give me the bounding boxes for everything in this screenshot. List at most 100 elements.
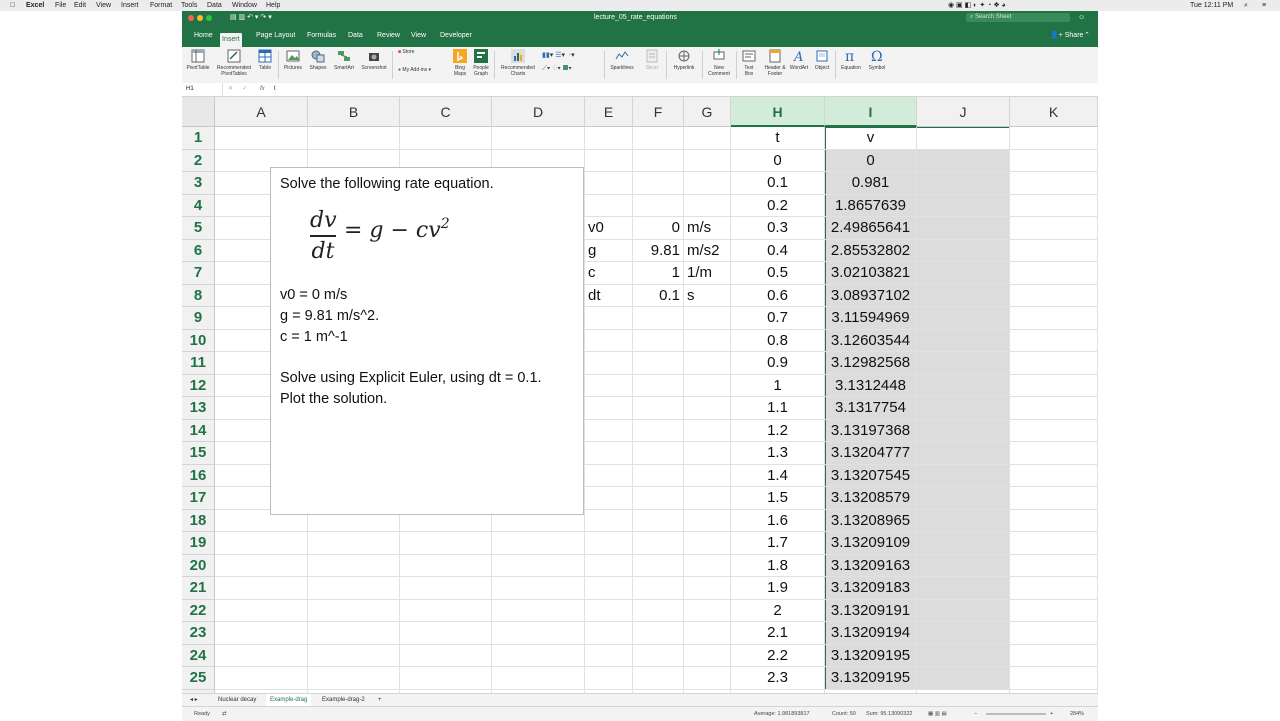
cell-v-value[interactable]: 3.13209183 (828, 577, 913, 600)
minimize-window-button[interactable] (197, 15, 203, 21)
menu-insert[interactable]: Insert (121, 0, 139, 11)
cell-t-value[interactable]: 1.4 (734, 465, 821, 488)
cell-t-value[interactable]: 1.7 (734, 532, 821, 555)
normal-view-icon[interactable]: ▦ ▥ ▤ (928, 707, 947, 721)
param-unit-cell[interactable]: 1/m (687, 262, 727, 285)
row-header-6[interactable]: 6 (182, 239, 215, 262)
cell-h1[interactable]: t (734, 127, 821, 150)
cell-t-value[interactable]: 2.3 (734, 667, 821, 690)
new-comment-button[interactable]: New Comment (705, 49, 733, 77)
cell-v-value[interactable]: 3.11594969 (828, 307, 913, 330)
wordart-button[interactable]: A WordArt (788, 49, 810, 71)
cell-i1[interactable]: v (828, 127, 913, 150)
row-header-16[interactable]: 16 (182, 464, 215, 487)
problem-text-box[interactable]: Solve the following rate equation. dv dt = … (270, 167, 584, 515)
column-header-j[interactable]: J (917, 97, 1010, 127)
sheet-tab-example-drag-2[interactable]: Example-drag-2 (318, 694, 369, 706)
column-header-e[interactable]: E (585, 97, 633, 127)
row-header-4[interactable]: 4 (182, 194, 215, 217)
menubar-clock[interactable]: Tue 12:11 PM (1190, 0, 1233, 11)
apple-icon[interactable]:  (10, 0, 15, 11)
cell-v-value[interactable]: 2.49865641 (828, 217, 913, 240)
cell-t-value[interactable]: 0 (734, 150, 821, 173)
pivottable-button[interactable]: PivotTable (186, 49, 210, 71)
param-unit-cell[interactable]: s (687, 285, 727, 308)
cell-v-value[interactable]: 3.13209191 (828, 600, 913, 623)
param-value-cell[interactable]: 0.1 (636, 285, 680, 308)
table-button[interactable]: Table (256, 49, 274, 71)
cell-v-value[interactable]: 3.13209109 (828, 532, 913, 555)
row-header-5[interactable]: 5 (182, 217, 215, 240)
row-header-14[interactable]: 14 (182, 419, 215, 442)
cell-v-value[interactable]: 3.13209163 (828, 555, 913, 578)
cell-t-value[interactable]: 1.9 (734, 577, 821, 600)
cell-v-value[interactable]: 1.8657639 (828, 195, 913, 218)
zoom-window-button[interactable] (206, 15, 212, 21)
cell-v-value[interactable]: 3.13204777 (828, 442, 913, 465)
tab-home[interactable]: Home (192, 29, 215, 43)
shapes-button[interactable]: Shapes (308, 49, 328, 71)
row-header-22[interactable]: 22 (182, 599, 215, 622)
equation-button[interactable]: π Equation (838, 49, 864, 71)
spotlight-icon[interactable]: ⌕ (1244, 0, 1248, 11)
text-box-button[interactable]: Text Box (740, 49, 758, 77)
cell-v-value[interactable]: 3.02103821 (828, 262, 913, 285)
row-header-21[interactable]: 21 (182, 577, 215, 600)
object-button[interactable]: Object (812, 49, 832, 71)
row-header-25[interactable]: 25 (182, 667, 215, 690)
row-header-10[interactable]: 10 (182, 329, 215, 352)
header-footer-button[interactable]: Header & Footer (760, 49, 790, 77)
cell-t-value[interactable]: 0.4 (734, 240, 821, 263)
tab-view[interactable]: View (409, 29, 428, 43)
fx-icon[interactable]: fx (260, 83, 265, 96)
cell-t-value[interactable]: 1.3 (734, 442, 821, 465)
cell-t-value[interactable]: 2.1 (734, 622, 821, 645)
my-add-ins-button[interactable]: ● My Add-ins ▾ (398, 67, 446, 73)
menu-help[interactable]: Help (266, 0, 280, 11)
row-header-24[interactable]: 24 (182, 644, 215, 667)
menu-window[interactable]: Window (232, 0, 257, 11)
param-value-cell[interactable]: 1 (636, 262, 680, 285)
select-all-corner[interactable] (182, 97, 215, 127)
cell-t-value[interactable]: 0.8 (734, 330, 821, 353)
param-value-cell[interactable]: 0 (636, 217, 680, 240)
column-header-i[interactable]: I (825, 97, 917, 127)
cell-t-value[interactable]: 0.5 (734, 262, 821, 285)
menu-view[interactable]: View (96, 0, 111, 11)
people-graph-button[interactable]: People Graph (472, 49, 490, 77)
sparklines-button[interactable]: Sparklines (608, 49, 636, 71)
pictures-button[interactable]: Pictures (282, 49, 304, 71)
cell-t-value[interactable]: 0.2 (734, 195, 821, 218)
row-header-15[interactable]: 15 (182, 442, 215, 465)
cell-t-value[interactable]: 0.3 (734, 217, 821, 240)
column-header-k[interactable]: K (1010, 97, 1098, 127)
hyperlink-button[interactable]: Hyperlink (670, 49, 698, 71)
cell-t-value[interactable]: 2.2 (734, 645, 821, 668)
cell-t-value[interactable]: 2 (734, 600, 821, 623)
cell-v-value[interactable]: 3.1312448 (828, 375, 913, 398)
cell-v-value[interactable]: 3.1317754 (828, 397, 913, 420)
formula-input[interactable]: t (274, 83, 1074, 96)
param-unit-cell[interactable]: m/s (687, 217, 727, 240)
tab-review[interactable]: Review (375, 29, 402, 43)
tab-data[interactable]: Data (346, 29, 365, 43)
tab-formulas[interactable]: Formulas (305, 29, 338, 43)
cell-v-value[interactable]: 3.08937102 (828, 285, 913, 308)
share-button[interactable]: 👤+ Share (1048, 29, 1085, 43)
zoom-slider[interactable] (986, 713, 1046, 715)
cell-t-value[interactable]: 1.5 (734, 487, 821, 510)
add-sheet-button[interactable]: + (374, 694, 386, 706)
param-unit-cell[interactable]: m/s2 (687, 240, 727, 263)
cell-v-value[interactable]: 3.13208965 (828, 510, 913, 533)
param-name-cell[interactable]: dt (588, 285, 629, 308)
cell-v-value[interactable]: 3.13197368 (828, 420, 913, 443)
cell-v-value[interactable]: 3.13209195 (828, 645, 913, 668)
column-header-h[interactable]: H (731, 97, 825, 127)
param-name-cell[interactable]: v0 (588, 217, 629, 240)
row-header-19[interactable]: 19 (182, 532, 215, 555)
tab-page-layout[interactable]: Page Layout (254, 29, 297, 43)
cell-t-value[interactable]: 1.2 (734, 420, 821, 443)
row-header-18[interactable]: 18 (182, 509, 215, 532)
search-sheet-input[interactable]: ⌕ Search Sheet (966, 13, 1070, 22)
cell-t-value[interactable]: 1 (734, 375, 821, 398)
